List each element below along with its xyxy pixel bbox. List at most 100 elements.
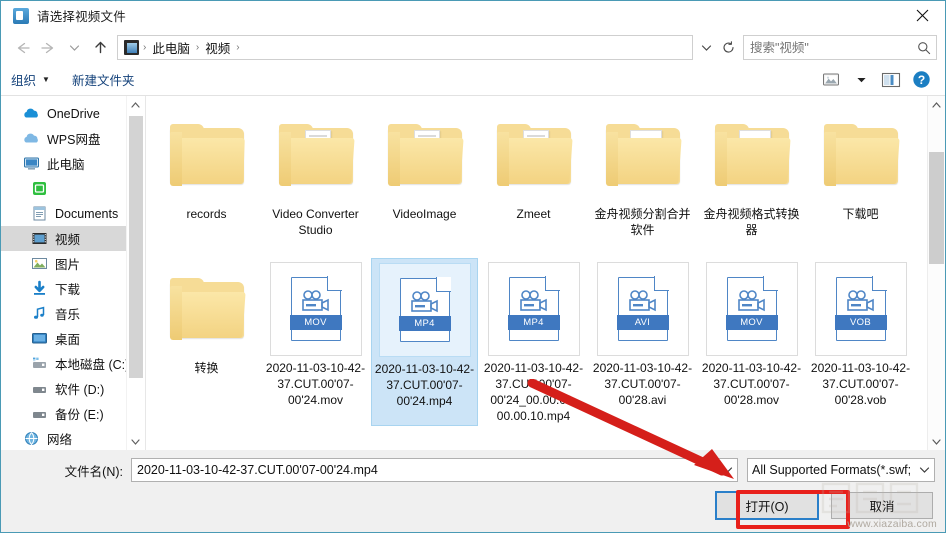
dialog-body: OneDrive WPS网盘此电脑 Documents 视频图片下载音乐桌面本地磁盘 …: [1, 96, 945, 450]
file-item[interactable]: VOB 2020-11-03-10-42-37.CUT.00'07-00'28.v…: [807, 258, 914, 426]
filename-dropdown-icon[interactable]: [717, 466, 737, 474]
folder-item[interactable]: VideoImage: [371, 104, 478, 254]
onedrive-cloud-icon: [23, 105, 40, 122]
sidebar-scroll-down-icon[interactable]: [127, 433, 144, 450]
video-file-icon: AVI: [616, 276, 669, 341]
filename-label: 文件名(N):: [64, 464, 123, 479]
sidebar-item-[interactable]: 视频: [1, 226, 127, 251]
file-item[interactable]: MP4 2020-11-03-10-42-37.CUT.00'07-00'24_0…: [480, 258, 587, 426]
sidebar-item-c[interactable]: 本地磁盘 (C:): [1, 351, 129, 376]
dialog-title: 请选择视频文件: [37, 10, 126, 24]
sidebar-item-e[interactable]: 备份 (E:): [1, 401, 127, 426]
folder-icon: [278, 124, 355, 186]
filename-input[interactable]: [132, 460, 717, 480]
address-dropdown-button[interactable]: [695, 36, 717, 59]
sidebar-item-label: 此电脑: [47, 158, 85, 172]
sidebar-item-label: 软件 (D:): [55, 383, 105, 397]
folder-item[interactable]: 转换: [153, 258, 260, 426]
file-type-dropdown-icon[interactable]: [914, 466, 934, 474]
sidebar-scrollbar[interactable]: [126, 96, 144, 450]
sidebar-item-[interactable]: 网络: [1, 426, 127, 450]
folder-item[interactable]: Video Converter Studio: [262, 104, 369, 254]
file-extension-badge: VOB: [834, 315, 887, 330]
new-folder-button[interactable]: 新建文件夹: [72, 70, 135, 89]
search-box[interactable]: [743, 35, 937, 60]
sidebar-item-label: 视频: [55, 233, 81, 247]
sidebar-scroll-up-icon[interactable]: [127, 96, 144, 113]
help-icon[interactable]: ?: [907, 68, 935, 92]
sidebar-item-[interactable]: 图片: [1, 251, 127, 276]
sidebar-item-label: 桌面: [55, 333, 81, 347]
file-scroll-down-icon[interactable]: [928, 433, 945, 450]
network-icon: [23, 430, 40, 447]
breadcrumb-separator: ›: [236, 42, 240, 53]
view-dropdown-icon[interactable]: [847, 68, 875, 92]
file-type-value: All Supported Formats(*.swf;: [752, 463, 912, 477]
file-thumbnail: VOB: [814, 262, 907, 356]
refresh-button[interactable]: [717, 36, 739, 59]
folder-icon: [387, 124, 464, 186]
file-thumbnail: MP4: [487, 262, 580, 356]
folder-thumbnail: [268, 108, 364, 202]
close-button[interactable]: [899, 1, 945, 30]
dialog-footer: 文件名(N): All Supported Formats(*.swf; 打开(…: [1, 450, 945, 532]
sidebar-item-[interactable]: 桌面: [1, 326, 127, 351]
documents-icon: [31, 205, 48, 222]
file-item[interactable]: MP4 2020-11-03-10-42-37.CUT.00'07-00'24.m…: [371, 258, 478, 426]
folder-item[interactable]: 金舟视频格式转换器: [698, 104, 805, 254]
file-item[interactable]: AVI 2020-11-03-10-42-37.CUT.00'07-00'28.a…: [589, 258, 696, 426]
folder-item[interactable]: records: [153, 104, 260, 254]
sidebar-item-[interactable]: 音乐: [1, 301, 127, 326]
folder-icon: [169, 278, 246, 340]
system-drive-icon: [31, 355, 48, 372]
open-button[interactable]: 打开(O): [715, 491, 819, 520]
preview-pane-icon[interactable]: [877, 68, 905, 92]
address-bar[interactable]: › 此电脑 › 视频 ›: [117, 35, 693, 60]
file-item[interactable]: MOV 2020-11-03-10-42-37.CUT.00'07-00'24.m…: [262, 258, 369, 426]
forward-button[interactable]: [35, 36, 61, 60]
filename-field[interactable]: [131, 458, 738, 482]
up-button[interactable]: [87, 36, 113, 60]
search-input[interactable]: [744, 37, 912, 58]
sidebar-item-green-app-icon[interactable]: [1, 176, 127, 201]
sidebar-item-wps[interactable]: WPS网盘: [1, 126, 127, 151]
sidebar-item-d[interactable]: 软件 (D:): [1, 376, 127, 401]
search-icon: [912, 41, 936, 55]
sidebar-item-documents[interactable]: Documents: [1, 201, 127, 226]
view-options-icon[interactable]: [817, 68, 845, 92]
recent-locations-button[interactable]: [61, 36, 87, 60]
item-label: Zmeet: [516, 207, 551, 221]
file-scroll-thumb[interactable]: [929, 152, 944, 264]
file-extension-badge: AVI: [616, 315, 669, 330]
item-label: 转换: [194, 361, 219, 375]
file-extension-badge: MOV: [725, 315, 778, 330]
cancel-button[interactable]: 取消: [831, 492, 933, 519]
sidebar-item-onedrive[interactable]: OneDrive: [1, 101, 127, 126]
folder-item[interactable]: Zmeet: [480, 104, 587, 254]
file-type-select[interactable]: All Supported Formats(*.swf;: [747, 458, 935, 482]
item-label: 金舟视频格式转换器: [703, 207, 800, 237]
sidebar-scroll-thumb[interactable]: [129, 116, 143, 378]
file-thumbnail: MP4: [378, 263, 471, 357]
svg-text:?: ?: [917, 73, 924, 87]
breadcrumb-videos[interactable]: 视频: [200, 38, 235, 57]
file-list-scrollbar[interactable]: [927, 96, 945, 450]
videos-folder-icon: [124, 40, 139, 55]
sidebar-item-[interactable]: 此电脑: [1, 151, 127, 176]
desktop-icon: [31, 330, 48, 347]
folder-item[interactable]: 下载吧: [807, 104, 914, 254]
breadcrumb-this-pc[interactable]: 此电脑: [147, 38, 195, 57]
sidebar-item-[interactable]: 下载: [1, 276, 127, 301]
item-label: Video Converter Studio: [272, 207, 359, 237]
folder-item[interactable]: 金舟视频分割合并软件: [589, 104, 696, 254]
file-item[interactable]: MOV 2020-11-03-10-42-37.CUT.00'07-00'28.m…: [698, 258, 805, 426]
sidebar-item-label: 下载: [55, 283, 81, 297]
file-extension-badge: MP4: [507, 315, 560, 330]
item-label: 下载吧: [842, 207, 879, 221]
file-scroll-up-icon[interactable]: [928, 96, 945, 113]
file-picker-dialog: 请选择视频文件 › 此电脑 › 视频 › 搜索"视频" 组织 ▼ 新建文件夹 ?…: [0, 0, 946, 533]
back-button[interactable]: [9, 36, 35, 60]
file-list[interactable]: records Video Converter Studio VideoImag…: [145, 96, 945, 450]
organize-button[interactable]: 组织 ▼: [11, 70, 50, 89]
sidebar-item-label: OneDrive: [47, 106, 100, 121]
